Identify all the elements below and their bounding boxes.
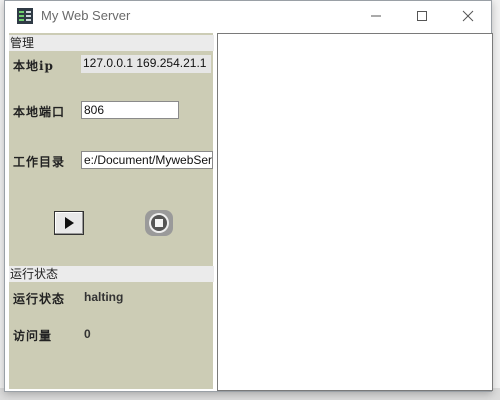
- control-panel: 管理 本地ip 127.0.0.1 169.254.21.1 本地端口 806 …: [9, 33, 214, 389]
- port-label: 本地端口: [13, 105, 66, 119]
- app-window: My Web Server 管理 本地ip 127.0.0.1 169.254.…: [4, 0, 493, 392]
- close-icon: [462, 10, 474, 22]
- maximize-icon: [417, 11, 427, 21]
- title-bar[interactable]: My Web Server: [5, 1, 491, 31]
- visits-label: 访问量: [13, 329, 53, 343]
- run-state-value: halting: [84, 290, 124, 304]
- background-window-right-edge: [492, 0, 500, 400]
- server-icon: [17, 8, 33, 24]
- window-title: My Web Server: [41, 8, 131, 23]
- log-output-area[interactable]: [217, 33, 493, 391]
- management-header: 管理: [9, 35, 214, 51]
- ip-label: 本地ip: [13, 59, 54, 73]
- stop-icon: [145, 210, 173, 236]
- start-server-button[interactable]: [54, 211, 84, 235]
- visits-value: 0: [84, 327, 91, 341]
- ip-field[interactable]: 127.0.0.1 169.254.21.1: [81, 55, 211, 73]
- minimize-icon: [371, 15, 381, 17]
- work-dir-label: 工作目录: [13, 155, 66, 169]
- close-button[interactable]: [445, 1, 491, 31]
- run-state-label: 运行状态: [13, 292, 66, 306]
- port-input[interactable]: 806: [81, 101, 179, 119]
- play-icon: [65, 217, 74, 229]
- stop-server-button[interactable]: [144, 209, 174, 237]
- minimize-button[interactable]: [353, 1, 399, 31]
- maximize-button[interactable]: [399, 1, 445, 31]
- status-header: 运行状态: [9, 266, 214, 282]
- work-dir-input[interactable]: e:/Document/MywebServer: [81, 151, 213, 169]
